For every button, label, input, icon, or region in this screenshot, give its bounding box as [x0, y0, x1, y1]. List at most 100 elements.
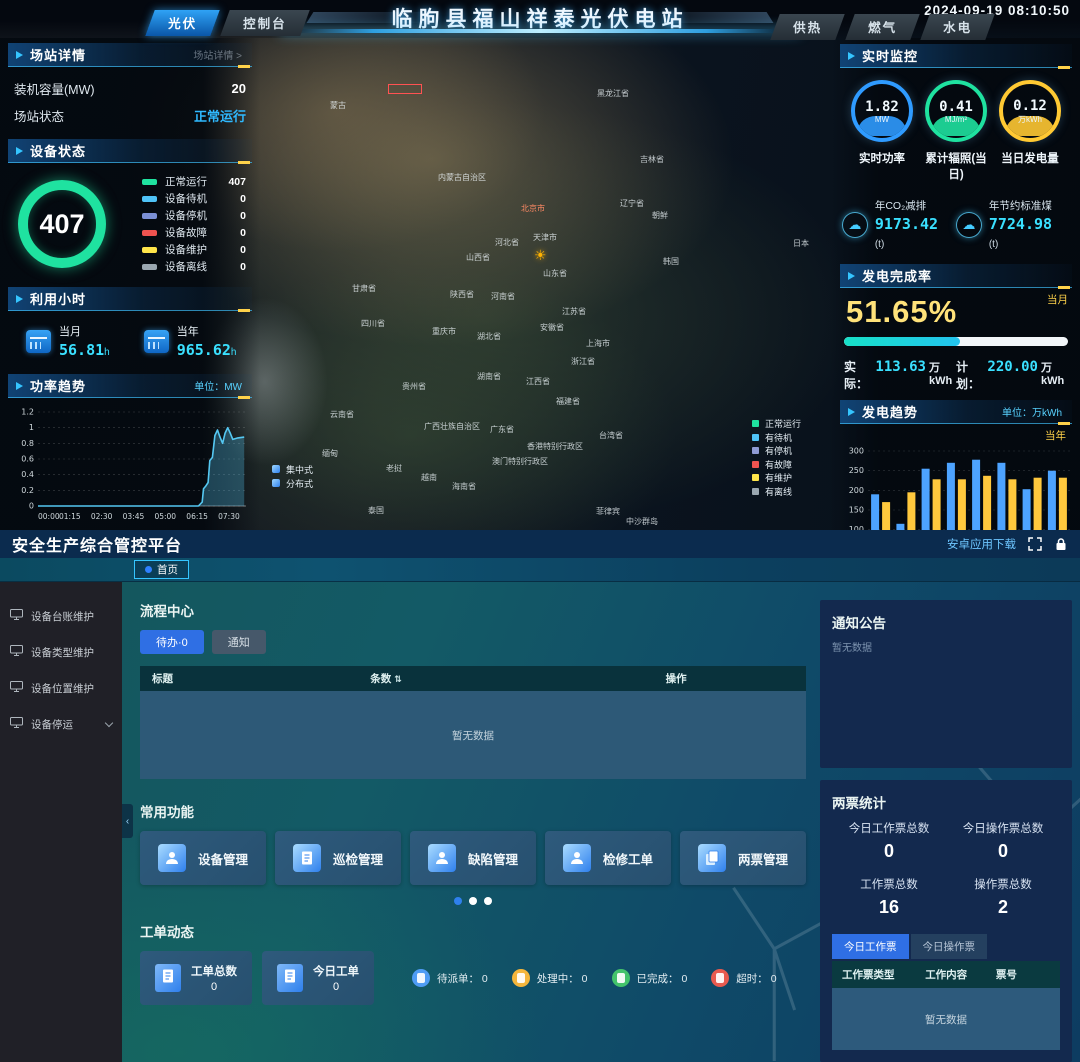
- carousel-dot[interactable]: [484, 897, 492, 905]
- svg-text:0.8: 0.8: [21, 439, 34, 448]
- arrow-icon: [16, 147, 23, 155]
- function-card-设备管理[interactable]: 设备管理: [140, 831, 266, 885]
- nav-tab-水电[interactable]: 水电: [920, 14, 994, 40]
- platform-content: ‹ 流程中心 待办·0通知 标题条数⇅操作 暂无数据 常用功能 设备管理巡检管理…: [122, 582, 1080, 1062]
- work-order-label: 工单总数: [191, 963, 237, 979]
- status-legend-swatch: [752, 474, 759, 481]
- function-card-巡检管理[interactable]: 巡检管理: [275, 831, 401, 885]
- unit: h: [104, 347, 110, 358]
- fullscreen-icon[interactable]: [1028, 537, 1042, 551]
- sidebar-item-设备台账维护[interactable]: 设备台账维护: [0, 598, 122, 634]
- sidebar-item-label: 设备停运: [31, 717, 73, 732]
- env-text: 年节约标准煤7724.98 (t): [989, 198, 1070, 252]
- carousel-dot[interactable]: [469, 897, 477, 905]
- device-total-ring: 407: [18, 180, 106, 268]
- status-legend-label: 有待机: [765, 431, 792, 444]
- work-order-value: 0: [313, 981, 359, 993]
- ticket-tab-今日操作票[interactable]: 今日操作票: [911, 934, 988, 959]
- type-legend-label: 分布式: [286, 477, 313, 490]
- ticket-table-body: 暂无数据: [832, 988, 1060, 1050]
- map-label-安徽省: 安徽省: [540, 322, 564, 333]
- station-detail-more-link[interactable]: 场站详情 >: [193, 47, 242, 62]
- nav-tab-供热[interactable]: 供热: [770, 14, 844, 40]
- function-card-两票管理[interactable]: 两票管理: [680, 831, 806, 885]
- nav-tab-燃气[interactable]: 燃气: [845, 14, 919, 40]
- nav-tab-控制台[interactable]: 控制台: [220, 10, 309, 36]
- tab-home[interactable]: 首页: [134, 560, 189, 579]
- lock-icon[interactable]: [1054, 537, 1068, 551]
- nav-tab-光伏[interactable]: 光伏: [145, 10, 219, 36]
- device-status-body: 407 正常运行407设备待机0设备停机0设备故障0设备维护0设备离线0: [8, 163, 252, 279]
- power-trend-legend[interactable]: 实时功率: [10, 529, 250, 530]
- sidebar-item-设备停运[interactable]: 设备停运: [0, 706, 122, 742]
- map-label-吉林省: 吉林省: [640, 154, 664, 165]
- empty-state: 暂无数据: [925, 1012, 967, 1027]
- svg-text:250: 250: [849, 466, 864, 475]
- gauge-value: 1.82: [865, 99, 899, 115]
- status-legend-item: 有离线: [752, 485, 801, 499]
- gen-trend-chart: 0501001502002503000102030405060708 发电量计划…: [840, 443, 1072, 530]
- ticket-tab-今日工作票[interactable]: 今日工作票: [832, 934, 909, 959]
- status-legend-item: 有维护: [752, 471, 801, 485]
- android-download-link[interactable]: 安卓应用下载: [947, 536, 1016, 552]
- sidebar-item-设备位置维护[interactable]: 设备位置维护: [0, 670, 122, 706]
- process-btn-通知[interactable]: 通知: [212, 630, 266, 654]
- station-sun-marker[interactable]: ☀: [534, 247, 547, 264]
- env-item: ☁年CO₂减排9173.42 (t): [842, 198, 956, 252]
- function-card-缺陷管理[interactable]: 缺陷管理: [410, 831, 536, 885]
- function-card-检修工单[interactable]: 检修工单: [545, 831, 671, 885]
- env-label: 年CO₂减排: [875, 198, 956, 213]
- panel-title: 发电趋势: [862, 402, 918, 421]
- function-cards: 设备管理 巡检管理缺陷管理检修工单两票管理: [140, 831, 806, 885]
- svg-text:06:15: 06:15: [186, 512, 208, 521]
- nav-tab-label: 水电: [943, 17, 972, 36]
- power-trend-chart: 00.20.40.60.811.200:0001:1502:3003:4505:…: [8, 398, 252, 530]
- nav-tab-label: 控制台: [243, 13, 287, 32]
- safety-platform: 安全生产综合管控平台 安卓应用下载 首页 设备台账维护设备类型维护设备位置维护设…: [0, 530, 1080, 1062]
- two-tickets-panel: 两票统计 今日工作票总数0今日操作票总数0工作票总数16操作票总数2 今日工作票…: [820, 780, 1072, 1062]
- work-order-icon-box: [277, 964, 303, 992]
- gauge-ring: 0.12万kWh: [999, 80, 1061, 142]
- status-已完成：: 已完成： 0: [612, 969, 688, 987]
- legend-item: 正常运行407: [142, 173, 246, 190]
- completion-header: 发电完成率: [840, 264, 1072, 288]
- sidebar-collapse-handle[interactable]: ‹: [122, 804, 133, 838]
- process-btn-待办·0[interactable]: 待办·0: [140, 630, 204, 654]
- legend-label: 设备维护: [165, 242, 207, 257]
- legend-item: 设备停机0: [142, 207, 246, 224]
- table-header-条数: 条数⇅: [370, 671, 665, 686]
- svg-text:1.2: 1.2: [21, 408, 34, 417]
- work-order-statuses: 待派单： 0处理中： 0已完成： 0超时： 0: [412, 969, 777, 987]
- arrow-icon: [16, 51, 23, 59]
- carousel-dot[interactable]: [454, 897, 462, 905]
- map-label-辽宁省: 辽宁省: [620, 198, 644, 209]
- sidebar: 设备台账维护设备类型维护设备位置维护设备停运: [0, 582, 122, 1062]
- cloud-icon: ☁: [956, 212, 982, 238]
- sidebar-item-设备类型维护[interactable]: 设备类型维护: [0, 634, 122, 670]
- function-card-label: 设备管理: [198, 849, 248, 868]
- row-value: 20: [232, 81, 246, 96]
- map-label-越南: 越南: [421, 472, 437, 483]
- map-label-河南省: 河南省: [491, 291, 515, 302]
- gauge-value: 0.12: [1013, 98, 1047, 114]
- arrow-icon: [16, 295, 23, 303]
- type-legend-item: 集中式: [272, 462, 313, 476]
- env-unit: (t): [875, 239, 884, 250]
- legend-label: 设备待机: [165, 191, 207, 206]
- row-label: 装机容量(MW): [14, 79, 95, 98]
- period-badge: 当月: [1047, 292, 1068, 307]
- arrow-icon: [848, 272, 855, 280]
- ticket-stat-工作票总数: 工作票总数16: [832, 876, 946, 918]
- legend-item: 设备离线0: [142, 258, 246, 275]
- sort-icon[interactable]: ⇅: [394, 674, 402, 684]
- map-label-黑龙江省: 黑龙江省: [597, 88, 629, 99]
- map-label-广东省: 广东省: [490, 424, 514, 435]
- work-order-card-工单总数[interactable]: 工单总数0: [140, 951, 252, 1005]
- arrow-icon: [848, 408, 855, 416]
- map-label-菲律宾: 菲律宾: [596, 506, 620, 517]
- page-tabbar: 首页: [0, 558, 1080, 582]
- usage-value: 56.81h: [59, 341, 110, 360]
- type-legend-label: 集中式: [286, 463, 313, 476]
- work-order-text: 今日工单0: [313, 963, 359, 993]
- work-order-card-今日工单[interactable]: 今日工单0: [262, 951, 374, 1005]
